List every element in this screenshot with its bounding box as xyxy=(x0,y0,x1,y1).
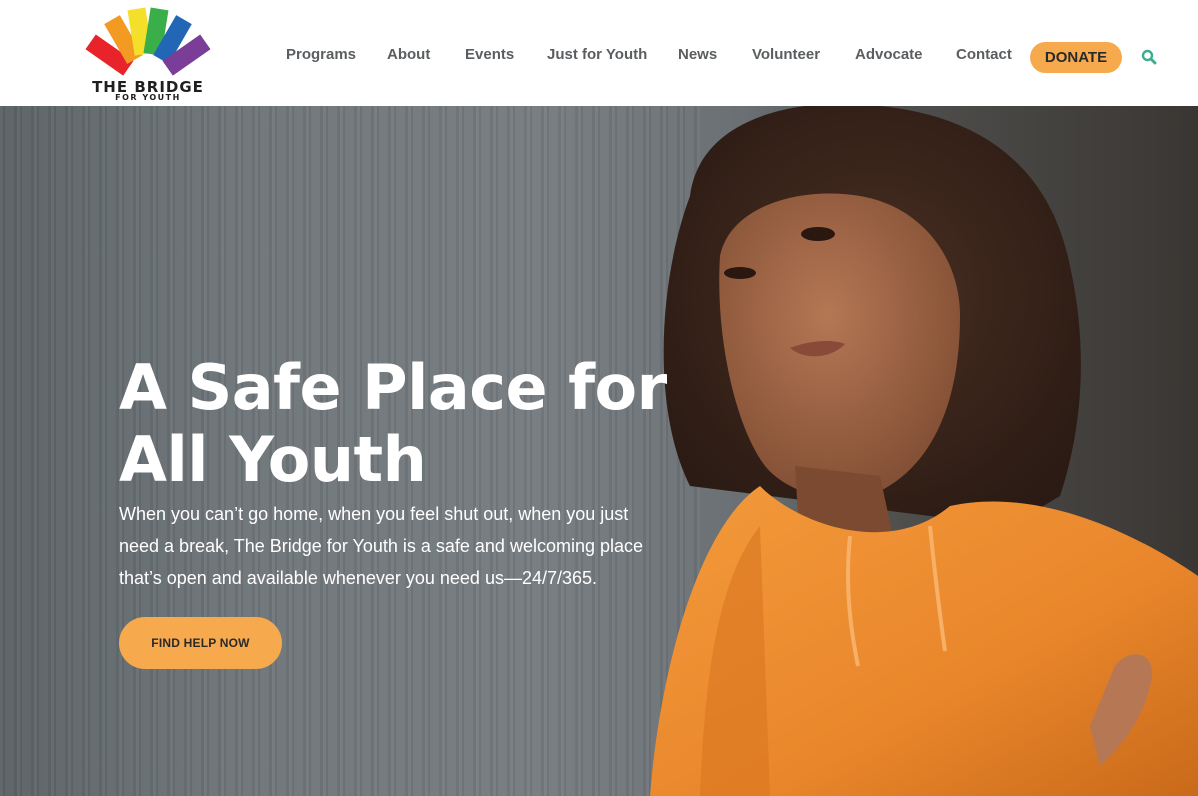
find-help-button[interactable]: FIND HELP NOW xyxy=(119,617,282,669)
search-icon[interactable] xyxy=(1141,49,1157,65)
hero-banner: A Safe Place for All Youth When you can’… xyxy=(0,106,1198,796)
hero-title-line-1: A Safe Place for xyxy=(119,351,667,424)
nav-item-programs[interactable]: Programs xyxy=(286,46,356,63)
hero-title-line-2: All Youth xyxy=(119,423,427,496)
site-header: THE BRIDGE FOR YOUTH Programs About Even… xyxy=(0,0,1198,106)
nav-item-volunteer[interactable]: Volunteer xyxy=(752,46,820,63)
donate-button[interactable]: DONATE xyxy=(1030,42,1122,73)
nav-item-contact[interactable]: Contact xyxy=(956,46,1012,63)
hero-text-line-3: that’s open and available whenever you n… xyxy=(119,568,598,588)
hero-description: When you can’t go home, when you feel sh… xyxy=(119,498,679,594)
nav-item-about[interactable]: About xyxy=(387,46,430,63)
hero-title: A Safe Place for All Youth xyxy=(119,352,679,496)
nav-item-news[interactable]: News xyxy=(678,46,717,63)
main-nav: Programs About Events Just for Youth New… xyxy=(0,0,1198,106)
nav-item-just-for-youth[interactable]: Just for Youth xyxy=(547,46,647,63)
nav-item-events[interactable]: Events xyxy=(465,46,514,63)
hero-text-line-1: When you can’t go home, when you feel sh… xyxy=(119,504,629,524)
hero-text-line-2: need a break, The Bridge for Youth is a … xyxy=(119,536,644,556)
nav-item-advocate[interactable]: Advocate xyxy=(855,46,923,63)
